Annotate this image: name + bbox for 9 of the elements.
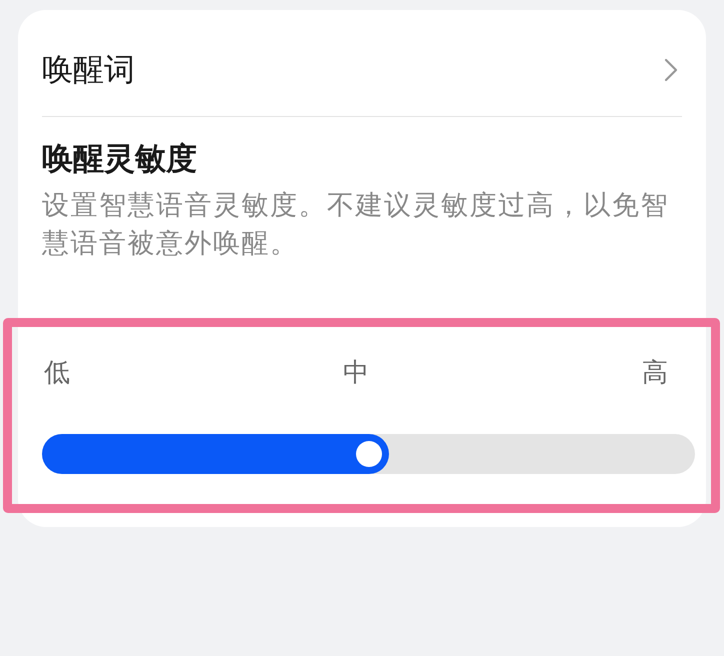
scale-label: 高 bbox=[642, 357, 668, 387]
chevron-right-icon bbox=[664, 58, 678, 82]
wake-word-row[interactable]: 唤醒词 bbox=[42, 10, 682, 116]
sensitivity-description: 设置智慧语音灵敏度。不建议灵敏度过高，以免智慧语音被意外唤醒。 bbox=[42, 189, 670, 260]
wake-word-label: 唤醒词 bbox=[42, 54, 135, 85]
sensitivity-title: 唤醒灵敏度 bbox=[42, 143, 198, 175]
sensitivity-slider-track[interactable] bbox=[42, 434, 695, 474]
scale-label: 中 bbox=[343, 357, 369, 387]
scale-label: 低 bbox=[44, 357, 70, 387]
